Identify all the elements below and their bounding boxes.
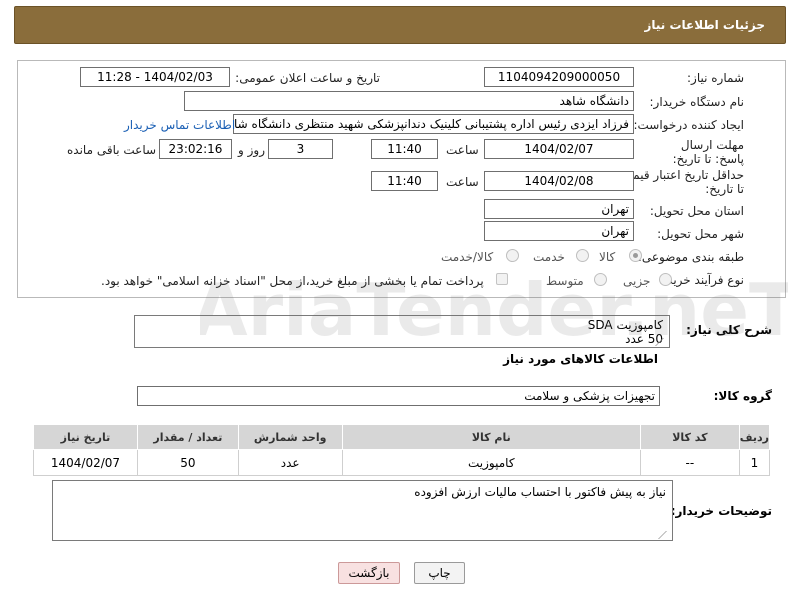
category-service-label: خدمت	[533, 250, 565, 264]
treasury-payment-note: پرداخت تمام یا بخشی از مبلغ خرید،از محل …	[101, 274, 484, 288]
announce-datetime-field[interactable]: 1404/02/03 - 11:28	[80, 67, 230, 87]
reply-time-field[interactable]: 11:40	[371, 139, 438, 159]
process-minor-radio[interactable]	[659, 273, 672, 286]
category-service-radio[interactable]	[576, 249, 589, 262]
creator-field[interactable]: فرزاد ایزدی رئیس اداره پشتیبانی کلینیک د…	[233, 114, 634, 134]
goods-table-header: ردیف کد کالا نام کالا واحد شمارش تعداد /…	[33, 424, 771, 450]
cell-row-number: 1	[738, 449, 771, 476]
category-goods-radio[interactable]	[629, 249, 642, 262]
price-validity-time-field[interactable]: 11:40	[371, 171, 438, 191]
buyer-notes-text: نیاز به پیش فاکتور با احتساب مالیات ارزش…	[414, 485, 666, 499]
goods-group-label: گروه کالا:	[713, 389, 772, 403]
page-title: جزئیات اطلاعات نیاز	[644, 18, 765, 32]
category-goods-service-radio[interactable]	[506, 249, 519, 262]
city-label: شهر محل تحویل:	[657, 227, 744, 241]
need-number-field[interactable]: 1104094209000050	[484, 67, 634, 87]
cell-goods-code: --	[639, 449, 740, 476]
process-medium-label: متوسط	[546, 274, 584, 288]
category-goods-service-label: کالا/خدمت	[441, 250, 494, 264]
col-row-number: ردیف	[738, 424, 771, 450]
page-header: جزئیات اطلاعات نیاز	[14, 6, 786, 44]
province-label: استان محل تحویل:	[649, 204, 744, 218]
general-description-label: شرح کلی نیاز:	[686, 323, 772, 337]
category-goods-label: کالا	[599, 250, 616, 264]
reply-time-label: ساعت	[446, 143, 479, 157]
col-need-date: تاریخ نیاز	[33, 424, 138, 450]
col-unit: واحد شمارش	[237, 424, 343, 450]
cell-quantity: 50	[136, 449, 239, 476]
price-validity-date-field[interactable]: 1404/02/08	[484, 171, 634, 191]
city-field[interactable]: تهران	[484, 221, 634, 241]
back-button[interactable]: بازگشت	[338, 562, 400, 584]
remaining-time-label: ساعت باقی مانده	[67, 143, 157, 157]
reply-date-field[interactable]: 1404/02/07	[484, 139, 634, 159]
price-validity-time-label: ساعت	[446, 175, 479, 189]
general-description-line2: 50 عدد	[625, 332, 663, 346]
buyer-notes-textarea[interactable]: نیاز به پیش فاکتور با احتساب مالیات ارزش…	[52, 480, 674, 541]
cell-need-date: 1404/02/07	[33, 449, 138, 476]
table-row: 1 -- کامپوزیت عدد 50 1404/02/07	[33, 449, 771, 476]
goods-group-field[interactable]: تجهیزات پزشکی و سلامت	[137, 386, 660, 406]
cell-goods-name: کامپوزیت	[341, 449, 641, 476]
creator-label: ایجاد کننده درخواست:	[633, 118, 744, 132]
general-description-textarea[interactable]: کامپوزیت SDA 50 عدد	[134, 315, 671, 348]
resize-grip-icon[interactable]	[658, 531, 674, 539]
remaining-days-field[interactable]: 3	[268, 139, 333, 159]
announce-datetime-label: تاریخ و ساعت اعلان عمومی:	[235, 71, 380, 85]
general-description-line1: کامپوزیت SDA	[587, 318, 663, 332]
buyer-notes-label: توضیحات خریدار:	[670, 504, 772, 518]
print-button[interactable]: چاپ	[414, 562, 465, 584]
buyer-org-label: نام دستگاه خریدار:	[649, 95, 745, 109]
category-label: طبقه بندی موضوعی:	[637, 250, 744, 264]
process-medium-radio[interactable]	[594, 273, 607, 286]
province-field[interactable]: تهران	[484, 199, 634, 219]
cell-unit: عدد	[237, 449, 343, 476]
days-label: روز و	[238, 143, 265, 157]
remaining-time-field[interactable]: 23:02:16	[159, 139, 232, 159]
col-quantity: تعداد / مقدار	[136, 424, 239, 450]
reply-deadline-label: مهلت ارسال پاسخ: تا تاریخ:	[672, 138, 744, 166]
need-number-label: شماره نیاز:	[687, 71, 744, 85]
treasury-payment-checkbox[interactable]	[496, 273, 508, 285]
buyer-contact-link[interactable]: اطلاعات تماس خریدار	[124, 118, 235, 132]
col-goods-code: کد کالا	[639, 424, 740, 450]
buyer-org-field[interactable]: دانشگاه شاهد	[184, 91, 634, 111]
process-minor-label: جزیی	[623, 274, 651, 288]
goods-info-title: اطلاعات کالاهای مورد نیاز	[503, 352, 658, 366]
goods-table: ردیف کد کالا نام کالا واحد شمارش تعداد /…	[33, 424, 771, 476]
col-goods-name: نام کالا	[341, 424, 641, 450]
